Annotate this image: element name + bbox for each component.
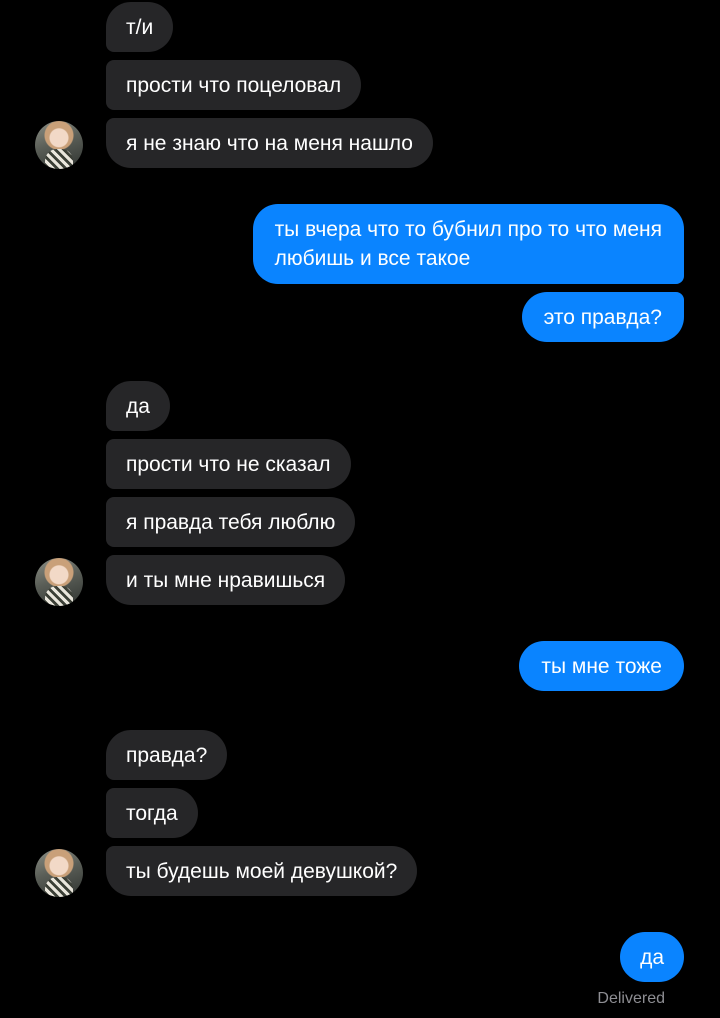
chat-thread[interactable]: т/и прости что поцеловал я не знаю что н… [0,0,720,1018]
message-text: прости что поцеловал [126,74,342,97]
message-text: я правда тебя люблю [126,511,336,534]
incoming-message-bubble[interactable]: ты будешь моей девушкой? [106,846,418,896]
incoming-message-bubble[interactable]: тогда [106,788,198,838]
message-text: тогда [126,802,178,825]
incoming-message-bubble[interactable]: прости что не сказал [106,439,351,489]
message-text: да [640,946,664,969]
outgoing-message-bubble[interactable]: ты мне тоже [519,641,684,691]
message-text: ты будешь моей девушкой? [126,860,398,883]
outgoing-message-bubble[interactable]: ты вчера что то бубнил про то что меня л… [252,204,684,284]
sender-avatar[interactable] [35,558,83,606]
incoming-message-bubble[interactable]: я не знаю что на меня нашло [106,118,433,168]
incoming-message-bubble[interactable]: да [106,381,170,431]
message-text: и ты мне нравишься [126,569,326,592]
message-text: это правда? [543,306,662,329]
incoming-message-bubble[interactable]: и ты мне нравишься [106,555,346,605]
message-text-line: ты вчера что то бубнил про то что меня [274,218,662,241]
incoming-message-bubble[interactable]: я правда тебя люблю [106,497,356,547]
outgoing-message-bubble[interactable]: да [620,932,684,982]
message-text: т/и [126,16,154,39]
message-text: да [126,395,150,418]
message-text: я не знаю что на меня нашло [126,132,413,155]
incoming-message-bubble[interactable]: прости что поцеловал [106,60,362,110]
message-text: ты мне тоже [541,655,662,678]
sender-avatar[interactable] [35,849,83,897]
delivery-status: Delivered [597,990,665,1007]
message-text: правда? [126,744,208,767]
sender-avatar[interactable] [35,121,83,169]
message-text: прости что не сказал [126,453,331,476]
incoming-message-bubble[interactable]: т/и [106,2,174,52]
message-text-line: любишь и все такое [274,247,471,270]
incoming-message-bubble[interactable]: правда? [106,730,228,780]
outgoing-message-bubble[interactable]: это правда? [521,292,684,342]
